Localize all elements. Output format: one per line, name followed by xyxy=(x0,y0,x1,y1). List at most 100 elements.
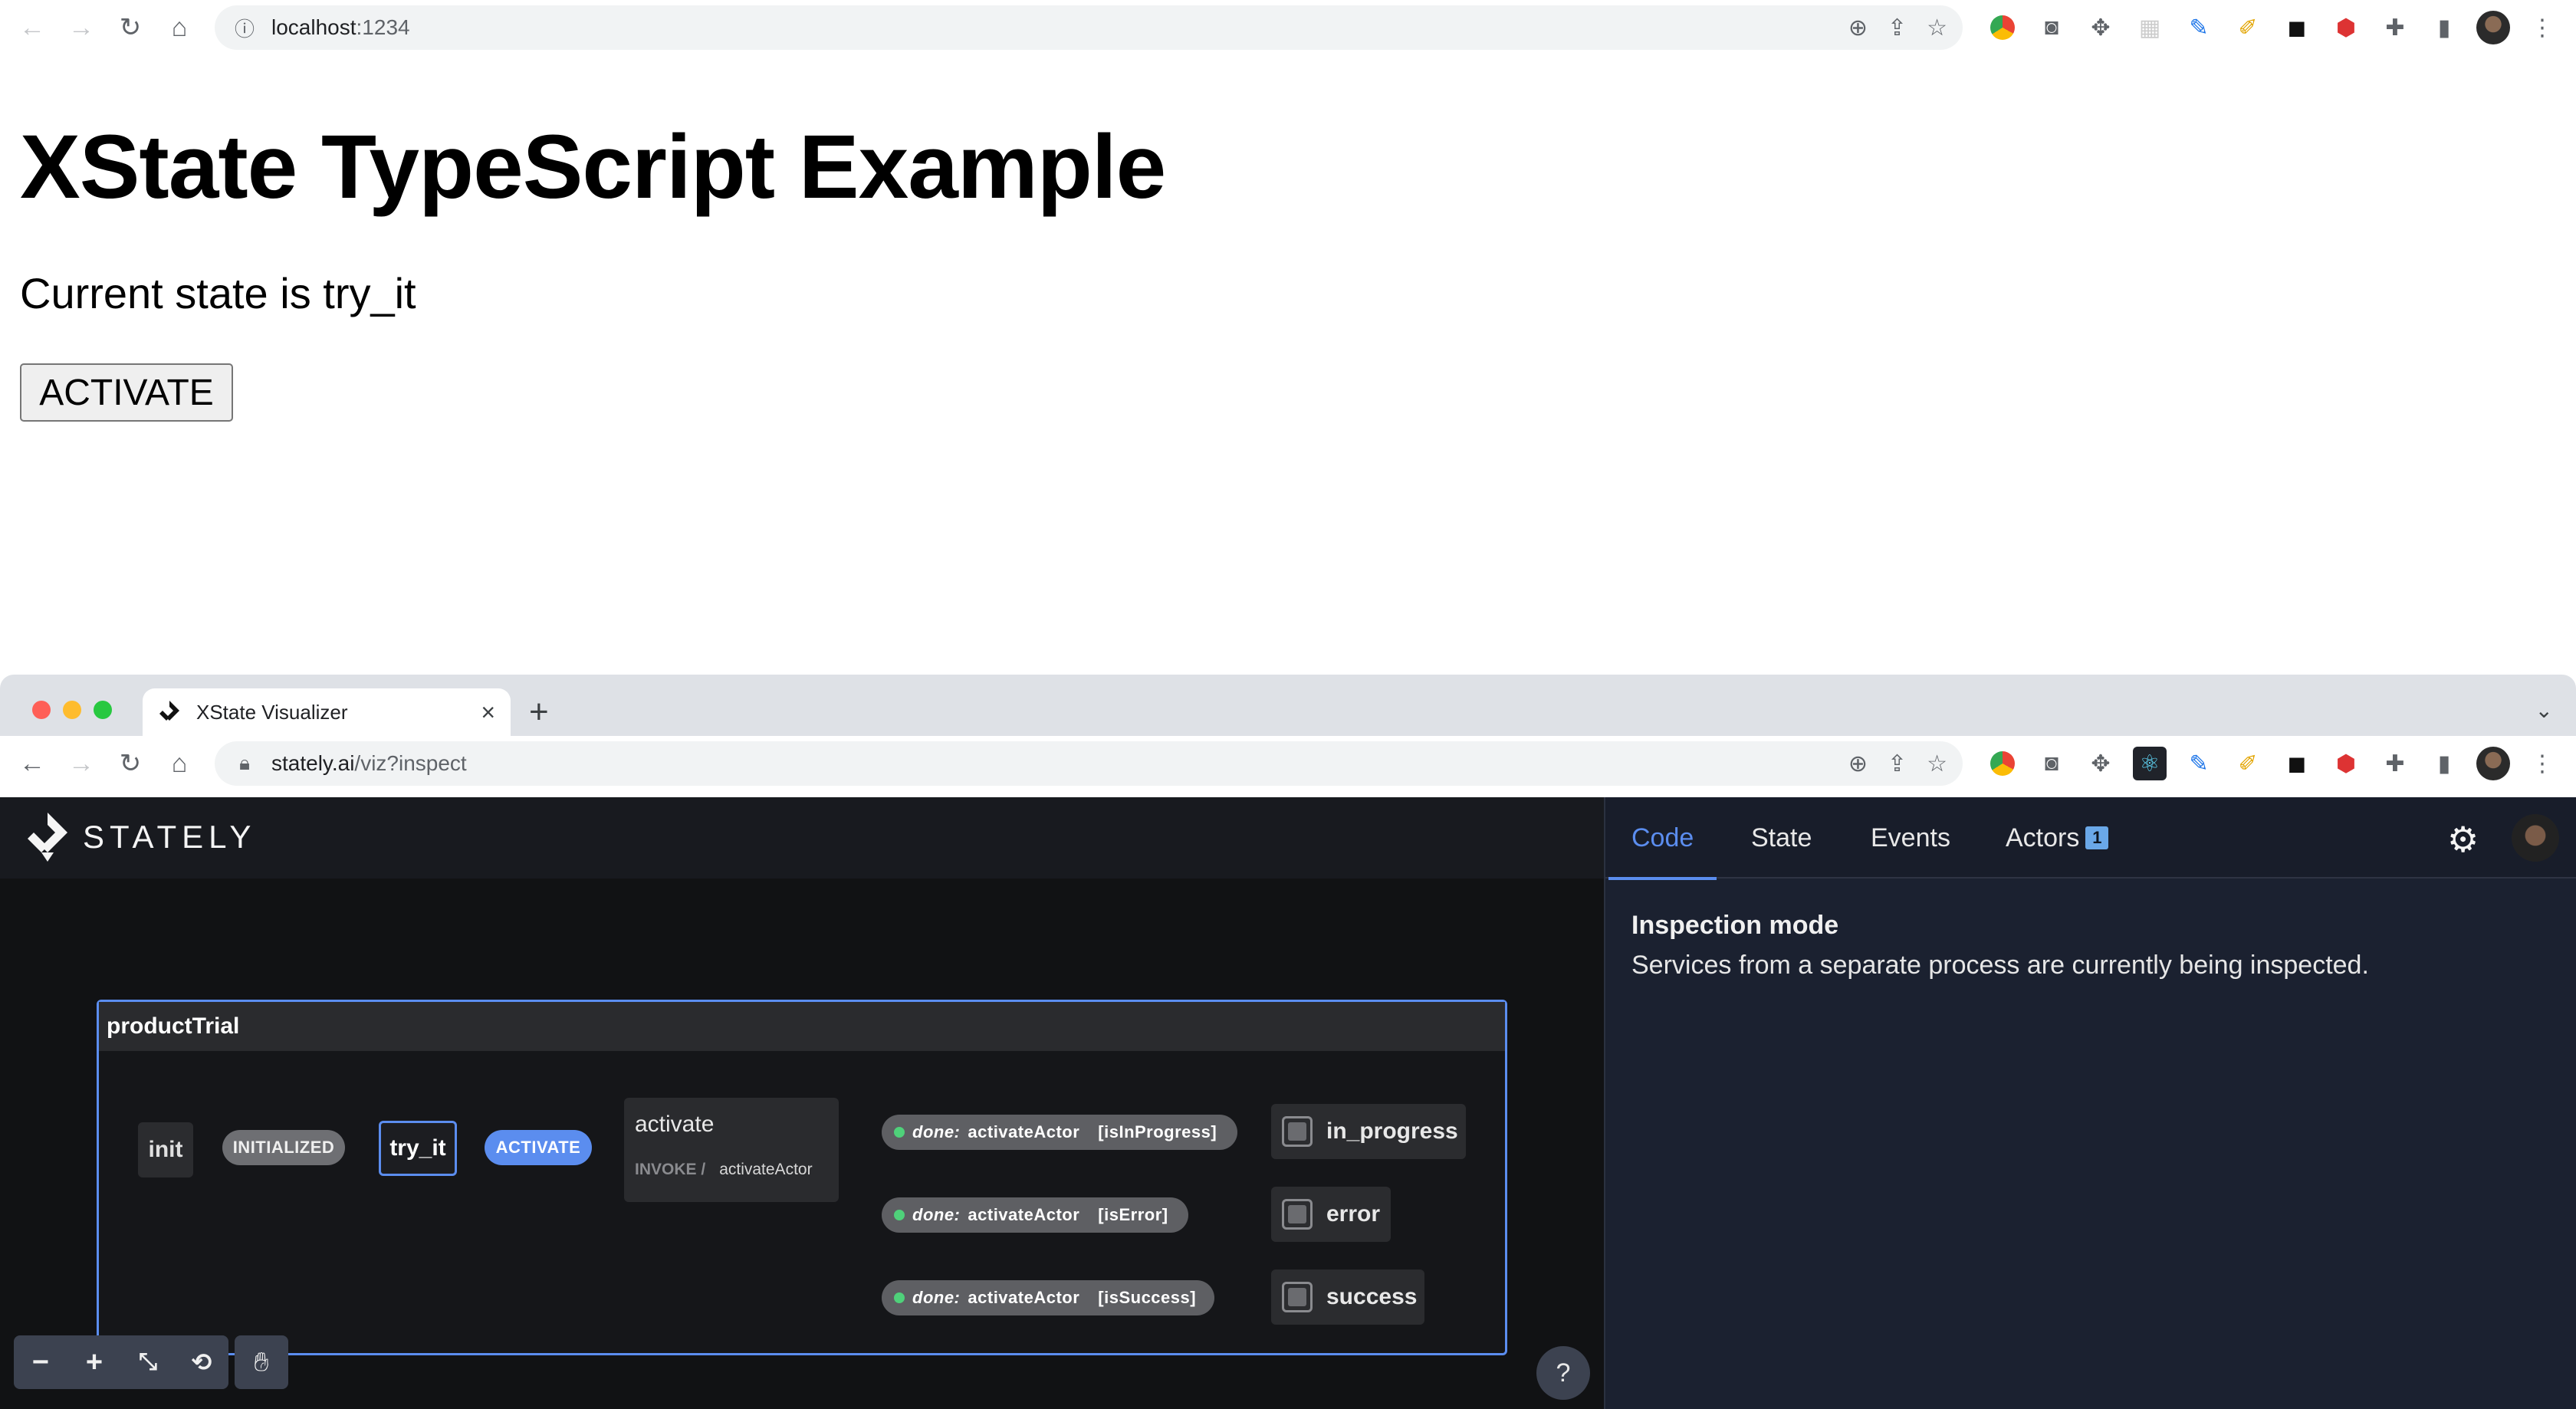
stately-logo[interactable]: STATELY xyxy=(28,813,256,862)
new-tab-button[interactable]: + xyxy=(529,693,549,731)
stately-app: STATELY productTrial init INITIALIZED tr… xyxy=(0,797,2576,1409)
pan-hand-icon[interactable]: ✋︎ xyxy=(235,1335,288,1389)
url-path: /viz?inspect xyxy=(354,751,467,775)
stately-favicon-icon xyxy=(158,701,181,724)
puzzle-icon[interactable]: ✚ xyxy=(2378,747,2412,780)
pen-extension-icon[interactable]: ✐ xyxy=(2231,747,2265,780)
camera-icon[interactable]: ◙ xyxy=(2035,747,2068,780)
color-picker-icon[interactable]: ✎ xyxy=(2182,11,2216,44)
invoke-actor: activateActor xyxy=(719,1161,813,1178)
state-activate[interactable]: activate INVOKE / activateActor xyxy=(624,1098,839,1202)
pen-extension-icon[interactable]: ✐ xyxy=(2231,11,2265,44)
maximize-window-button[interactable] xyxy=(94,701,112,719)
event-initialized[interactable]: INITIALIZED xyxy=(222,1130,345,1165)
tab-actors[interactable]: Actors 1 xyxy=(2006,797,2109,879)
tab-state[interactable]: State xyxy=(1751,797,1812,879)
visualizer-canvas[interactable]: productTrial init INITIALIZED try_it ACT… xyxy=(0,879,1604,1409)
settings-gear-icon[interactable]: ⚙ xyxy=(2447,819,2479,860)
menu-dots-icon[interactable]: ⋮ xyxy=(2525,747,2559,780)
share-icon[interactable]: ⇪ xyxy=(1888,750,1907,777)
close-tab-icon[interactable]: × xyxy=(481,698,495,727)
tab-state-label: State xyxy=(1751,823,1812,852)
react-devtools-icon[interactable]: ⚛ xyxy=(2133,747,2167,780)
event-activate[interactable]: ACTIVATE xyxy=(485,1130,592,1165)
back-button[interactable]: ← xyxy=(8,739,57,788)
close-window-button[interactable] xyxy=(32,701,51,719)
zoom-icon[interactable]: ⊕ xyxy=(1848,750,1868,777)
transition-done-error[interactable]: done: activateActor [isError] xyxy=(882,1197,1188,1233)
forward-button[interactable]: → xyxy=(57,739,106,788)
state-try-it[interactable]: try_it xyxy=(379,1121,457,1176)
sidebar-icon[interactable]: ▮ xyxy=(2427,747,2461,780)
sidebar-icon[interactable]: ▮ xyxy=(2427,11,2461,44)
share-icon[interactable]: ⇪ xyxy=(1888,15,1907,41)
move-icon[interactable]: ✥ xyxy=(2084,11,2118,44)
lock-icon[interactable]: 🔒︎ xyxy=(232,750,258,777)
state-init[interactable]: init xyxy=(138,1122,193,1177)
bookmark-star-icon[interactable]: ☆ xyxy=(1927,750,1947,777)
page-title: XState TypeScript Example xyxy=(20,117,1166,218)
inspection-description: Services from a separate process are cur… xyxy=(1631,951,2369,980)
color-picker-icon[interactable]: ✎ xyxy=(2182,747,2216,780)
done-dot xyxy=(894,1210,905,1220)
minimize-window-button[interactable] xyxy=(63,701,81,719)
url-port: :1234 xyxy=(356,15,410,39)
home-button[interactable]: ⌂ xyxy=(155,3,204,52)
camera-icon[interactable]: ◙ xyxy=(2035,11,2068,44)
done-dot xyxy=(894,1292,905,1303)
reload-button[interactable]: ↻ xyxy=(106,739,155,788)
zoom-icon[interactable]: ⊕ xyxy=(1848,15,1868,41)
state-error[interactable]: error xyxy=(1271,1187,1391,1242)
current-state-text: Current state is try_it xyxy=(20,269,416,317)
address-bar[interactable]: ⓘ localhost:1234 ⊕ ⇪ ☆ xyxy=(215,5,1963,50)
url-host: localhost xyxy=(271,15,356,39)
state-in-progress[interactable]: in_progress xyxy=(1271,1104,1466,1159)
invoke-label: INVOKE / xyxy=(635,1161,706,1178)
mask-extension-icon[interactable]: ◼ xyxy=(2280,11,2314,44)
tab-events[interactable]: Events xyxy=(1871,797,1950,879)
tab-code[interactable]: Code xyxy=(1608,797,1717,880)
bookmark-star-icon[interactable]: ☆ xyxy=(1927,15,1947,41)
transition-done-success[interactable]: done: activateActor [isSuccess] xyxy=(882,1280,1214,1315)
tab-title: XState Visualizer xyxy=(196,700,348,724)
tab-code-label: Code xyxy=(1631,823,1694,852)
hexagon-extension-icon[interactable]: ⬢ xyxy=(2329,11,2363,44)
final-state-icon xyxy=(1282,1282,1313,1312)
home-button[interactable]: ⌂ xyxy=(155,739,204,788)
zoom-out-icon[interactable]: − xyxy=(14,1335,67,1389)
forward-button[interactable]: → xyxy=(57,3,106,52)
reset-view-icon[interactable]: ⟲ xyxy=(175,1335,228,1389)
back-button[interactable]: ← xyxy=(8,3,57,52)
invoke-row: INVOKE / activateActor xyxy=(635,1161,813,1179)
hexagon-extension-icon[interactable]: ⬢ xyxy=(2329,747,2363,780)
transition-done-in-progress[interactable]: done: activateActor [isInProgress] xyxy=(882,1115,1237,1150)
user-avatar[interactable] xyxy=(2512,814,2559,862)
puzzle-icon[interactable]: ✚ xyxy=(2378,11,2412,44)
extension-chrome-icon[interactable] xyxy=(1986,747,2019,780)
address-bar[interactable]: 🔒︎ stately.ai/viz?inspect ⊕ ⇪ ☆ xyxy=(215,741,1963,786)
state-success[interactable]: success xyxy=(1271,1269,1424,1325)
done-guard: [isInProgress] xyxy=(1098,1122,1217,1141)
profile-avatar[interactable] xyxy=(2476,747,2510,780)
state-init-label: init xyxy=(148,1137,183,1162)
grid-extension-icon[interactable]: ▦ xyxy=(2133,11,2167,44)
info-icon[interactable]: ⓘ xyxy=(232,15,258,41)
mask-extension-icon[interactable]: ◼ xyxy=(2280,747,2314,780)
tab-search-chevron-icon[interactable]: ⌄ xyxy=(2535,698,2553,723)
zoom-in-icon[interactable]: + xyxy=(67,1335,121,1389)
reload-button[interactable]: ↻ xyxy=(106,3,155,52)
fit-view-icon[interactable]: ⤡ xyxy=(121,1335,175,1389)
menu-dots-icon[interactable]: ⋮ xyxy=(2525,11,2559,44)
activate-button[interactable]: ACTIVATE xyxy=(20,363,233,422)
move-icon[interactable]: ✥ xyxy=(2084,747,2118,780)
extensions-bar: ◙ ✥ ⚛ ✎ ✐ ◼ ⬢ ✚ ▮ ⋮ xyxy=(1986,747,2559,780)
machine-name: productTrial xyxy=(99,1002,1505,1051)
state-error-label: error xyxy=(1326,1201,1381,1227)
tab-xstate-visualizer[interactable]: XState Visualizer × xyxy=(143,688,511,736)
url-host: stately.ai xyxy=(271,751,355,775)
done-guard: [isSuccess] xyxy=(1098,1288,1197,1307)
help-button[interactable]: ? xyxy=(1536,1346,1590,1400)
app-page: XState TypeScript Example Current state … xyxy=(0,55,2576,675)
profile-avatar[interactable] xyxy=(2476,11,2510,44)
extension-chrome-icon[interactable] xyxy=(1986,11,2019,44)
